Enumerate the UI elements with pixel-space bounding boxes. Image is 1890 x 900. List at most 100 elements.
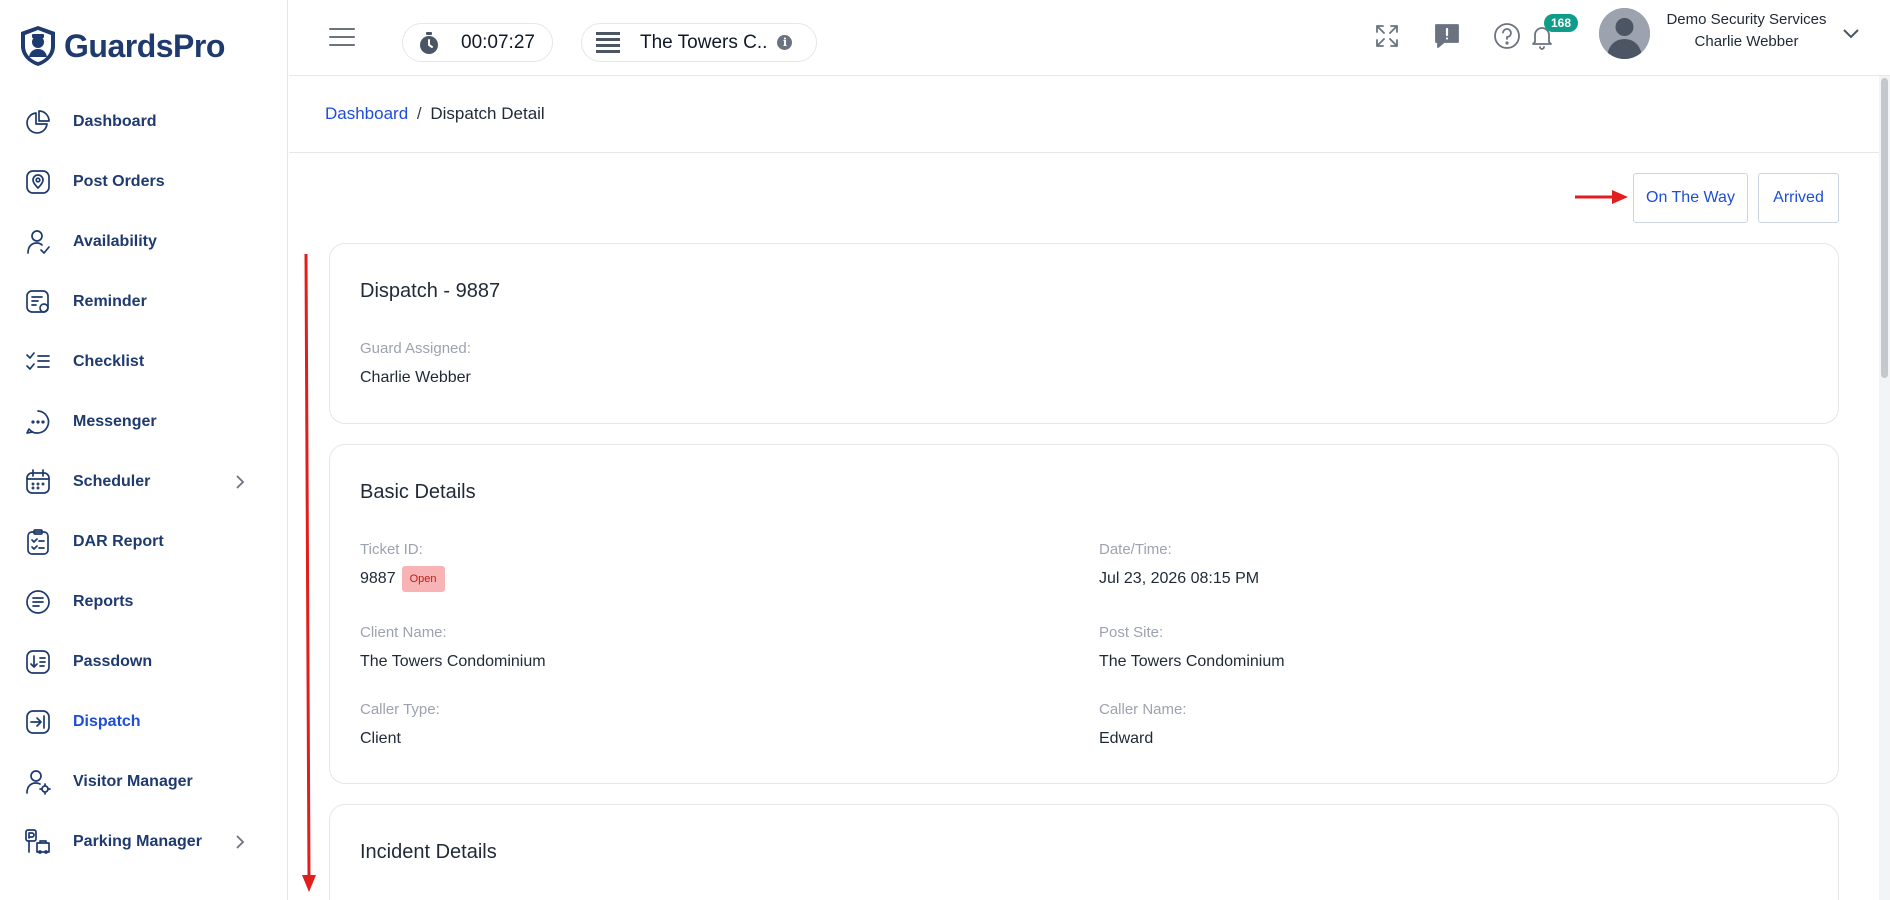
date-time-field: Date/Time: Jul 23, 2026 08:15 PM	[1099, 541, 1259, 588]
user-info[interactable]: Demo Security Services Charlie Webber	[1659, 10, 1834, 54]
sidebar-item-checklist[interactable]: Checklist	[0, 332, 288, 392]
sidebar-item-label: Availability	[73, 233, 157, 250]
sidebar-item-label: DAR Report	[73, 533, 164, 550]
site-name: The Towers C..	[640, 31, 768, 53]
sidebar-item-label: Passdown	[73, 653, 153, 670]
breadcrumb-bar: Dashboard / Dispatch Detail	[289, 76, 1879, 153]
breadcrumb: Dashboard / Dispatch Detail	[325, 104, 545, 124]
ticket-id-label: Ticket ID:	[360, 541, 423, 558]
client-name-value: The Towers Condominium	[360, 653, 546, 670]
caller-type-label: Caller Type:	[360, 701, 440, 718]
sidebar-item-label: Dashboard	[73, 113, 157, 130]
sidebar-item-messenger[interactable]: Messenger	[0, 392, 288, 452]
incident-details-card: Incident Details	[329, 804, 1839, 900]
user-company: Demo Security Services	[1666, 11, 1827, 28]
guard-assigned-value: Charlie Webber	[360, 369, 471, 386]
sidebar-item-visitor-manager[interactable]: Visitor Manager	[0, 752, 288, 812]
top-bar: 00:07:27 The Towers C.. i 168 Demo Secur…	[289, 0, 1890, 76]
user-name: Charlie Webber	[1694, 33, 1799, 50]
main-content: On The Way Arrived Dispatch - 9887 Guard…	[289, 153, 1879, 900]
date-time-value: Jul 23, 2026 08:15 PM	[1099, 570, 1260, 587]
chat-icon	[24, 408, 52, 436]
client-name-field: Client Name: The Towers Condominium	[360, 624, 546, 671]
info-icon[interactable]: i	[777, 35, 793, 50]
client-name-label: Client Name:	[360, 624, 447, 641]
guard-assigned-field: Guard Assigned: Charlie Webber	[360, 340, 471, 387]
dispatch-title: Dispatch - 9887	[360, 280, 501, 302]
sidebar-item-reminder[interactable]: Reminder	[0, 272, 288, 332]
chevron-right-icon[interactable]	[230, 473, 248, 491]
timer-value: 00:07:27	[461, 31, 535, 53]
chevron-down-icon[interactable]	[1841, 26, 1861, 40]
sidebar-item-scheduler[interactable]: Scheduler	[0, 452, 288, 512]
help-icon[interactable]	[1492, 21, 1522, 51]
avatar[interactable]	[1599, 8, 1650, 59]
sidebar-item-passdown[interactable]: Passdown	[0, 632, 288, 692]
brand-logo[interactable]: GuardsPro	[18, 22, 225, 70]
sidebar-item-label: Checklist	[73, 353, 145, 370]
caller-name-label: Caller Name:	[1099, 701, 1187, 718]
caller-type-field: Caller Type: Client	[360, 701, 440, 748]
ticket-id-value: 9887	[360, 570, 396, 587]
scrollbar-thumb[interactable]	[1881, 78, 1888, 378]
date-time-label: Date/Time:	[1099, 541, 1172, 558]
sidebar-item-label: Messenger	[73, 413, 157, 430]
building-list-icon	[596, 31, 620, 53]
user-check-icon	[24, 228, 52, 256]
feedback-icon[interactable]	[1432, 21, 1462, 51]
sidebar-nav: Dashboard Post Orders Availability Remin…	[0, 92, 288, 872]
breadcrumb-dashboard-link[interactable]: Dashboard	[325, 104, 408, 123]
guard-assigned-label: Guard Assigned:	[360, 340, 471, 357]
site-selector[interactable]: The Towers C.. i	[581, 23, 817, 62]
arrived-button[interactable]: Arrived	[1758, 173, 1839, 223]
reminder-icon	[24, 288, 52, 316]
page-scrollbar[interactable]	[1879, 76, 1890, 900]
sidebar-item-post-orders[interactable]: Post Orders	[0, 152, 288, 212]
ticket-id-row: 9887 Open	[360, 566, 445, 592]
sidebar-item-label: Post Orders	[73, 173, 165, 190]
breadcrumb-current: Dispatch Detail	[430, 104, 545, 123]
caller-type-value: Client	[360, 730, 401, 747]
dispatch-icon	[24, 708, 52, 736]
sidebar-item-label: Reminder	[73, 293, 147, 310]
checklist-icon	[24, 348, 52, 376]
shift-timer[interactable]: 00:07:27	[402, 23, 553, 62]
post-site-value: The Towers Condominium	[1099, 653, 1285, 670]
ticket-id-field: Ticket ID: 9887 Open	[360, 541, 445, 592]
stopwatch-icon	[420, 31, 438, 54]
pie-chart-icon	[24, 108, 52, 136]
sidebar-item-dispatch[interactable]: Dispatch	[0, 692, 288, 752]
shield-guard-icon	[21, 26, 55, 66]
sidebar-item-parking-manager[interactable]: Parking Manager	[0, 812, 288, 872]
parking-icon	[24, 828, 52, 856]
notification-badge: 168	[1544, 14, 1578, 32]
fullscreen-icon[interactable]	[1372, 21, 1402, 51]
brand-name: GuardsPro	[64, 27, 225, 64]
post-site-label: Post Site:	[1099, 624, 1164, 641]
sidebar-item-availability[interactable]: Availability	[0, 212, 288, 272]
chevron-right-icon[interactable]	[230, 833, 248, 851]
visitor-icon	[24, 768, 52, 796]
sidebar-item-dar-report[interactable]: DAR Report	[0, 512, 288, 572]
passdown-icon	[24, 648, 52, 676]
basic-details-title: Basic Details	[360, 481, 476, 503]
sidebar-item-label: Reports	[73, 593, 134, 610]
report-icon	[24, 588, 52, 616]
basic-details-card: Basic Details Ticket ID: 9887 Open Date/…	[329, 444, 1839, 784]
incident-details-title: Incident Details	[360, 841, 497, 863]
location-pin-icon	[24, 168, 52, 196]
sidebar-item-reports[interactable]: Reports	[0, 572, 288, 632]
sidebar-item-dashboard[interactable]: Dashboard	[0, 92, 288, 152]
sidebar-item-label: Visitor Manager	[73, 773, 193, 790]
caller-name-field: Caller Name: Edward	[1099, 701, 1187, 748]
sidebar-item-label: Dispatch	[73, 713, 141, 730]
post-site-field: Post Site: The Towers Condominium	[1099, 624, 1285, 671]
sidebar: GuardsPro Dashboard Post Orders Availabi…	[0, 0, 288, 900]
menu-toggle-icon[interactable]	[329, 28, 355, 48]
calendar-icon	[24, 468, 52, 496]
dispatch-card: Dispatch - 9887 Guard Assigned: Charlie …	[329, 243, 1839, 424]
sidebar-item-label: Scheduler	[73, 473, 151, 490]
on-the-way-button[interactable]: On The Way	[1633, 173, 1748, 223]
user-silhouette-icon	[1599, 8, 1650, 59]
breadcrumb-separator: /	[416, 104, 422, 123]
